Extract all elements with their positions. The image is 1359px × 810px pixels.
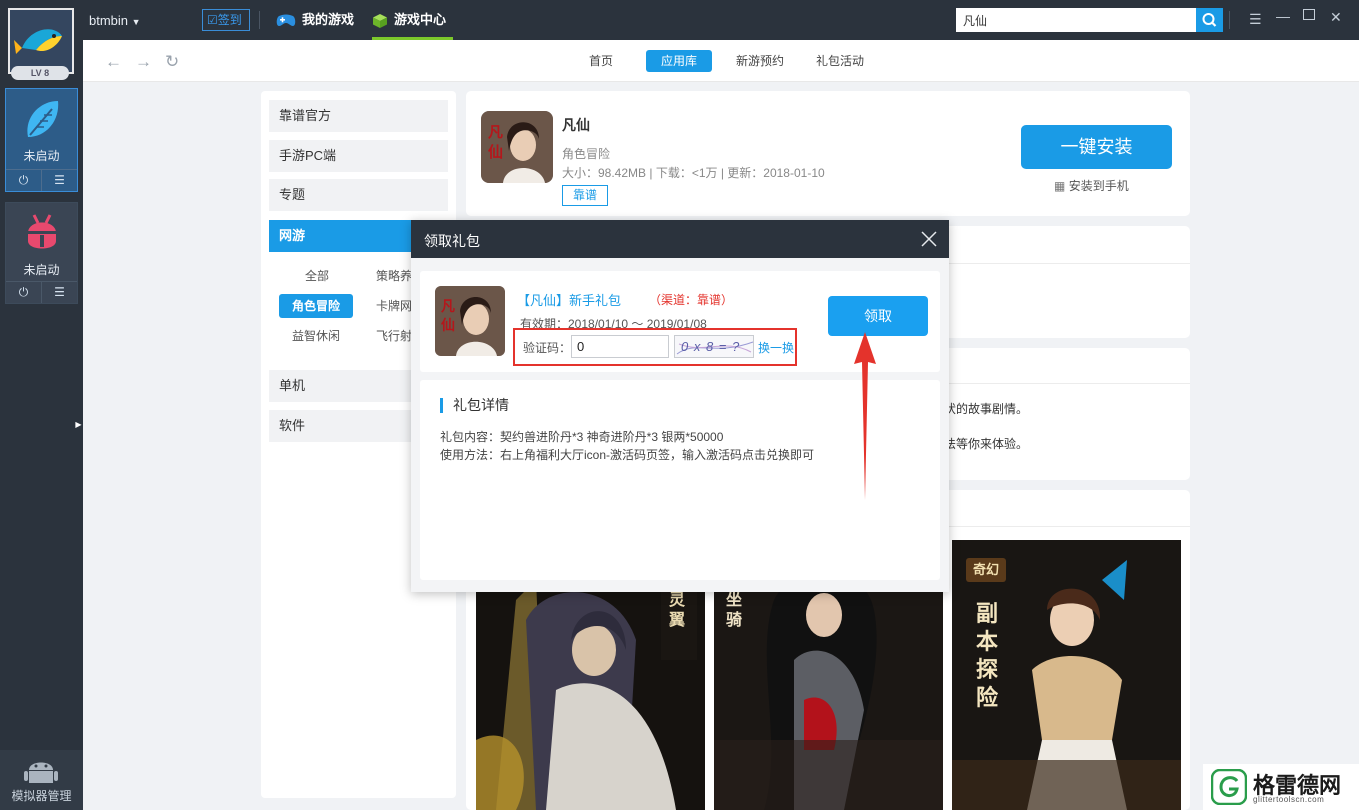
tab-label: 游戏中心 bbox=[394, 12, 447, 27]
gamepad-icon bbox=[276, 14, 296, 26]
close-icon[interactable] bbox=[919, 229, 939, 249]
game-header-card: 凡 仙 凡仙 角色冒险 大小：98.42MB | 下载：<1万 | 更新：201… bbox=[466, 91, 1190, 216]
game-genre: 角色冒险 bbox=[562, 147, 611, 161]
tab-gift-events[interactable]: 礼包活动 bbox=[801, 50, 879, 72]
power-icon[interactable]: ⏻ bbox=[6, 170, 41, 191]
tab-home[interactable]: 首页 bbox=[574, 50, 628, 72]
emulator-manager-button[interactable]: 模拟器管理 bbox=[0, 750, 83, 810]
dialog-title: 领取礼包 bbox=[424, 233, 480, 249]
avatar[interactable] bbox=[8, 8, 74, 74]
leaf-icon bbox=[27, 101, 59, 137]
game-tag[interactable]: 靠谱 bbox=[562, 185, 608, 206]
subcategory-rpg-adventure[interactable]: 角色冒险 bbox=[279, 294, 354, 318]
forward-arrow-icon[interactable]: → bbox=[135, 52, 152, 72]
emulator-2[interactable]: 未启动 ⏻ ☰ bbox=[5, 202, 78, 304]
install-to-phone-label: 安装到手机 bbox=[1068, 179, 1129, 193]
svg-text:凡: 凡 bbox=[488, 123, 503, 141]
emulator-manager-label: 模拟器管理 bbox=[11, 789, 72, 803]
game-title: 凡仙 bbox=[562, 117, 590, 133]
captcha-label: 验证码： bbox=[523, 341, 572, 355]
details-content: 礼包内容：契约兽进阶丹*3 神奇进阶丹*3 银两*50000 bbox=[440, 430, 724, 444]
captcha-refresh-link[interactable]: 换一换 bbox=[758, 339, 794, 356]
dialog-header: 领取礼包 bbox=[411, 220, 949, 258]
subcategory-puzzle[interactable]: 益智休闲 bbox=[279, 324, 353, 348]
power-icon[interactable]: ⏻ bbox=[6, 282, 41, 303]
game-icon: 凡 仙 bbox=[435, 286, 505, 356]
watermark-logo-icon bbox=[1211, 769, 1247, 805]
divider bbox=[1229, 11, 1230, 29]
tab-label: 我的游戏 bbox=[302, 12, 355, 27]
signin-button[interactable]: ☑签到 bbox=[202, 9, 250, 31]
svg-text:仙: 仙 bbox=[441, 317, 455, 334]
red-arrow-annotation bbox=[854, 332, 876, 500]
left-rail: LV 8 未启动 ⏻ ☰ 未启动 ⏻ ☰ 模拟器管理 bbox=[0, 0, 83, 810]
title-bar: btmbin ▼ ☑签到 我的游戏 游戏中心 ☰ — ✕ bbox=[83, 0, 1359, 40]
category-official[interactable]: 靠谱官方 bbox=[269, 100, 448, 132]
menu-icon[interactable]: ☰ bbox=[41, 170, 77, 191]
menu-icon[interactable]: ☰ bbox=[41, 282, 77, 303]
watermark: 格雷德网 glittertoolscn.com bbox=[1203, 764, 1359, 810]
svg-text:凡: 凡 bbox=[441, 299, 455, 315]
tab-app-library[interactable]: 应用库 bbox=[646, 50, 713, 72]
checkbox-icon: ☑ bbox=[207, 13, 218, 27]
bug-icon bbox=[28, 214, 56, 249]
captcha-text: 0 x 8 = ? bbox=[681, 339, 741, 354]
fish-logo-icon bbox=[10, 10, 72, 72]
description-line: 法等你来体验。 bbox=[944, 437, 1029, 451]
divider bbox=[259, 11, 260, 29]
tab-my-games[interactable]: 我的游戏 bbox=[276, 0, 354, 40]
cube-icon bbox=[373, 13, 387, 28]
details-title: 礼包详情 bbox=[440, 398, 509, 413]
category-topics[interactable]: 专题 bbox=[269, 179, 448, 211]
android-icon bbox=[24, 762, 58, 783]
minimize-icon[interactable]: — bbox=[1276, 8, 1290, 24]
qr-code-icon: ▦ bbox=[1054, 179, 1066, 193]
signin-label: 签到 bbox=[217, 13, 242, 27]
search-icon bbox=[1202, 13, 1217, 27]
hamburger-menu-icon[interactable]: ☰ bbox=[1249, 11, 1262, 28]
browser-toolbar: ← → ↻ 首页 应用库 新游预约 礼包活动 bbox=[83, 40, 1359, 82]
user-menu[interactable]: btmbin ▼ bbox=[89, 13, 141, 28]
details-usage: 使用方法：右上角福利大厅icon-激活码页签，输入激活码点击兑换即可 bbox=[440, 448, 815, 462]
poster-label: 副本探险 bbox=[976, 601, 999, 711]
back-arrow-icon[interactable]: ← bbox=[105, 52, 122, 72]
username: btmbin bbox=[89, 13, 129, 28]
search-input[interactable] bbox=[956, 8, 1196, 32]
category-mobile-pc[interactable]: 手游PC端 bbox=[269, 140, 448, 172]
refresh-icon[interactable]: ↻ bbox=[165, 52, 179, 72]
gift-name: 【凡仙】新手礼包 bbox=[517, 293, 622, 308]
screenshot-image[interactable]: 奇幻 副本探险 bbox=[952, 540, 1181, 810]
game-meta: 大小：98.42MB | 下载：<1万 | 更新：2018-01-10 bbox=[562, 166, 825, 180]
description-line: 伏的故事剧情。 bbox=[944, 402, 1029, 416]
subcategory-all[interactable]: 全部 bbox=[292, 264, 342, 288]
poster-badge: 奇幻 bbox=[966, 558, 1006, 582]
maximize-icon[interactable] bbox=[1303, 9, 1315, 20]
level-badge: LV 8 bbox=[11, 66, 69, 80]
emulator-1[interactable]: 未启动 ⏻ ☰ bbox=[5, 88, 78, 192]
emulator-status: 未启动 bbox=[23, 149, 60, 163]
close-window-icon[interactable]: ✕ bbox=[1330, 9, 1342, 26]
captcha-input[interactable] bbox=[571, 335, 669, 358]
captcha-row: 验证码： 0 x 8 = ? 换一换 bbox=[513, 328, 797, 366]
svg-text:仙: 仙 bbox=[488, 143, 503, 161]
watermark-url: glittertoolscn.com bbox=[1253, 795, 1325, 804]
tab-new-game-reservation[interactable]: 新游预约 bbox=[721, 50, 799, 72]
tab-game-center[interactable]: 游戏中心 bbox=[372, 0, 453, 40]
collapse-handle[interactable]: ▶ bbox=[74, 408, 83, 442]
emulator-status: 未启动 bbox=[23, 263, 60, 277]
install-to-phone-link[interactable]: ▦ 安装到手机 bbox=[1054, 177, 1129, 194]
search-box bbox=[956, 8, 1223, 32]
captcha-image[interactable]: 0 x 8 = ? bbox=[674, 335, 754, 358]
gift-channel: （渠道：靠谱） bbox=[649, 293, 734, 307]
one-click-install-button[interactable]: 一键安装 bbox=[1021, 125, 1172, 169]
game-icon[interactable]: 凡 仙 bbox=[481, 111, 553, 183]
chevron-down-icon: ▼ bbox=[131, 17, 141, 27]
search-button[interactable] bbox=[1196, 8, 1223, 32]
